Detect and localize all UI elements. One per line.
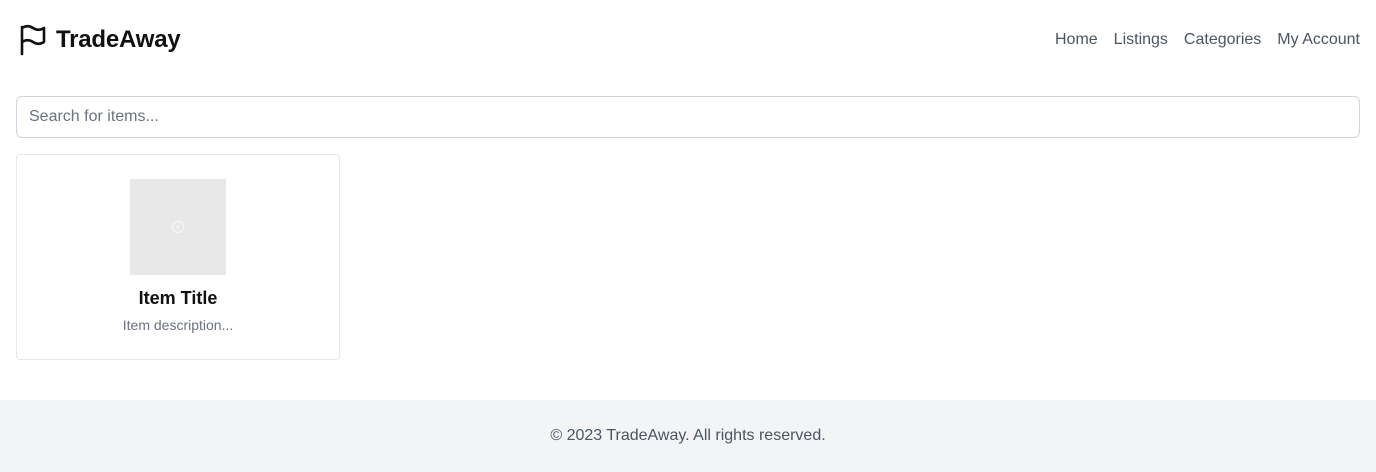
site-footer: © 2023 TradeAway. All rights reserved. bbox=[0, 400, 1376, 472]
listing-card[interactable]: Item Title Item description... bbox=[16, 154, 340, 360]
search-bar bbox=[16, 96, 1360, 138]
nav-link-home[interactable]: Home bbox=[1055, 31, 1098, 49]
site-header: TradeAway Home Listings Categories My Ac… bbox=[0, 0, 1376, 80]
listing-description: Item description... bbox=[122, 317, 234, 333]
main-nav: Home Listings Categories My Account bbox=[1055, 31, 1360, 49]
listing-title: Item Title bbox=[138, 288, 218, 308]
nav-link-listings[interactable]: Listings bbox=[1114, 31, 1168, 49]
flag-icon bbox=[20, 25, 46, 56]
nav-link-categories[interactable]: Categories bbox=[1184, 31, 1261, 49]
footer-copyright: © 2023 TradeAway. All rights reserved. bbox=[550, 427, 826, 444]
listing-thumbnail bbox=[130, 179, 226, 275]
image-placeholder-icon bbox=[171, 220, 185, 234]
brand-logo-link[interactable]: TradeAway bbox=[18, 24, 181, 56]
brand-name: TradeAway bbox=[56, 26, 181, 53]
nav-link-my-account[interactable]: My Account bbox=[1277, 31, 1360, 49]
search-input[interactable] bbox=[16, 96, 1360, 138]
page: TradeAway Home Listings Categories My Ac… bbox=[0, 0, 1376, 472]
